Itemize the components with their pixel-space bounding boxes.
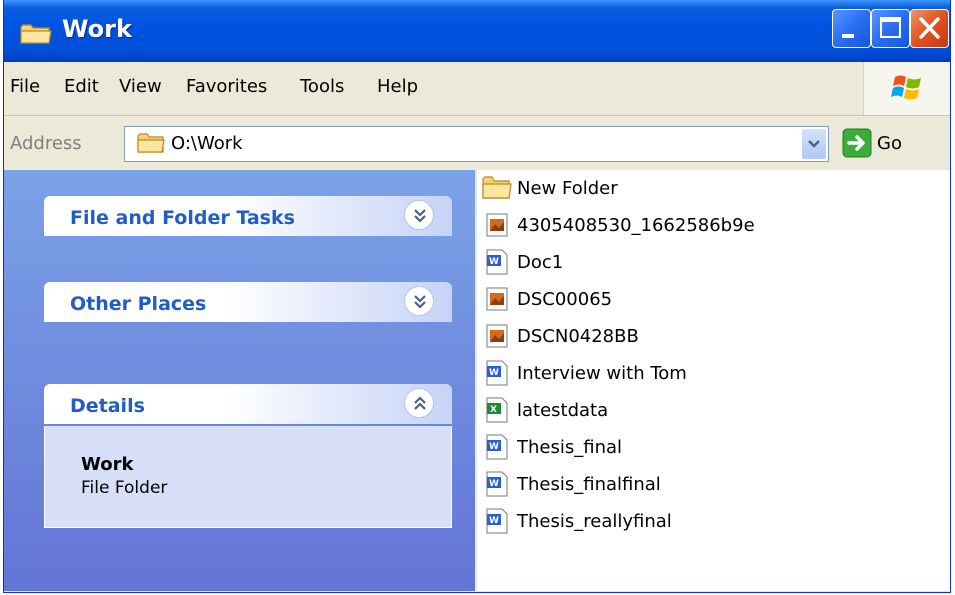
window-title: Work: [62, 15, 132, 43]
collapse-button[interactable]: [404, 388, 434, 418]
close-button[interactable]: [910, 9, 949, 48]
panel-file-folder-tasks[interactable]: File and Folder Tasks: [44, 196, 452, 236]
file-name: DSCN0428BB: [517, 326, 639, 347]
folder-icon: [20, 23, 52, 50]
title-bar[interactable]: Work: [4, 0, 950, 62]
address-label: Address: [10, 133, 82, 154]
file-list: New Folder 4305408530_1662586b9e W Doc1 …: [477, 170, 950, 591]
maximize-button[interactable]: [871, 9, 910, 48]
chevron-double-up-icon: [414, 396, 426, 410]
address-dropdown-button[interactable]: [802, 129, 826, 159]
explorer-window: Work File Edit View Favorites Tools Help: [3, 0, 951, 593]
list-item[interactable]: W Interview with Tom: [482, 355, 942, 391]
chevron-double-down-icon: [414, 295, 426, 309]
list-item[interactable]: DSC00065: [482, 281, 942, 317]
menu-bar: File Edit View Favorites Tools Help: [4, 62, 950, 116]
menu-help[interactable]: Help: [377, 76, 418, 97]
list-item[interactable]: X latestdata: [482, 392, 942, 428]
address-bar: Address O:\Work Go: [4, 116, 950, 170]
address-input[interactable]: O:\Work: [124, 126, 829, 162]
windows-logo-icon: [863, 62, 950, 115]
list-item[interactable]: New Folder: [482, 170, 942, 206]
panel-other-places[interactable]: Other Places: [44, 282, 452, 322]
task-pane: File and Folder Tasks Other Places Detai…: [4, 170, 475, 591]
image-file-icon: [482, 322, 512, 355]
details-type: File Folder: [81, 478, 168, 498]
file-name: New Folder: [517, 178, 618, 199]
svg-text:W: W: [489, 516, 499, 526]
expand-button[interactable]: [404, 200, 434, 230]
file-name: Doc1: [517, 252, 564, 273]
word-doc-icon: W: [482, 433, 512, 466]
minimize-button[interactable]: [832, 9, 871, 48]
menu-file[interactable]: File: [10, 76, 40, 97]
file-name: Thesis_final: [517, 437, 623, 458]
menu-view[interactable]: View: [119, 76, 162, 97]
go-arrow-icon[interactable]: [842, 128, 872, 163]
list-item[interactable]: W Thesis_finalfinal: [482, 466, 942, 502]
svg-text:W: W: [489, 479, 499, 489]
panel-details[interactable]: Details: [44, 384, 452, 424]
svg-text:W: W: [489, 257, 499, 267]
file-name: Interview with Tom: [517, 363, 687, 384]
expand-button[interactable]: [404, 286, 434, 316]
chevron-double-down-icon: [414, 209, 426, 223]
list-item[interactable]: 4305408530_1662586b9e: [482, 207, 942, 243]
file-name: Thesis_reallyfinal: [517, 511, 672, 532]
file-name: DSC00065: [517, 289, 613, 310]
minimize-icon: [842, 34, 854, 38]
panel-title: Details: [70, 395, 145, 417]
image-file-icon: [482, 285, 512, 318]
list-item[interactable]: W Doc1: [482, 244, 942, 280]
maximize-icon: [880, 17, 901, 38]
svg-text:X: X: [490, 405, 497, 415]
svg-text:W: W: [489, 442, 499, 452]
file-name: 4305408530_1662586b9e: [517, 215, 755, 236]
list-item[interactable]: DSCN0428BB: [482, 318, 942, 354]
chevron-down-icon: [808, 140, 820, 148]
folder-icon: [137, 132, 165, 159]
file-name: latestdata: [517, 400, 609, 421]
word-doc-icon: W: [482, 507, 512, 540]
menu-favorites[interactable]: Favorites: [186, 76, 267, 97]
go-button[interactable]: Go: [877, 133, 902, 154]
menu-edit[interactable]: Edit: [64, 76, 99, 97]
word-doc-icon: W: [482, 359, 512, 392]
image-file-icon: [482, 211, 512, 244]
file-name: Thesis_finalfinal: [517, 474, 661, 495]
word-doc-icon: W: [482, 248, 512, 281]
list-item[interactable]: W Thesis_reallyfinal: [482, 503, 942, 539]
word-doc-icon: W: [482, 470, 512, 503]
menu-tools[interactable]: Tools: [300, 76, 344, 97]
details-body: Work File Folder: [44, 426, 452, 528]
panel-title: Other Places: [70, 293, 207, 315]
address-value: O:\Work: [171, 133, 243, 154]
folder-icon: [482, 174, 512, 205]
excel-file-icon: X: [482, 396, 512, 429]
panel-title: File and Folder Tasks: [70, 207, 295, 229]
svg-text:W: W: [489, 368, 499, 378]
list-item[interactable]: W Thesis_final: [482, 429, 942, 465]
close-icon: [919, 17, 940, 39]
details-name: Work: [81, 454, 134, 475]
